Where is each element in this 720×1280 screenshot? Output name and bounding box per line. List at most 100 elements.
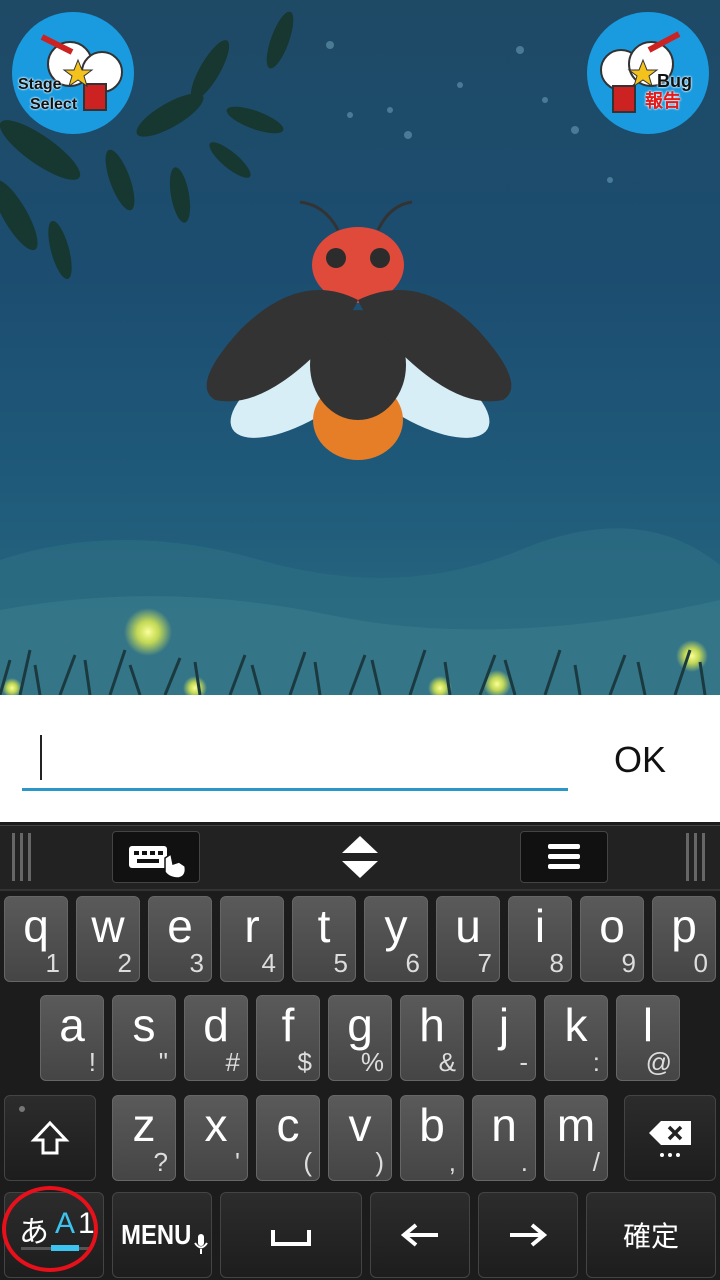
key-b[interactable]: b, (400, 1095, 464, 1181)
key-secondary: ? (153, 1147, 168, 1177)
key-secondary: @ (645, 1047, 672, 1077)
arrow-left-icon (400, 1223, 438, 1247)
key-letter: b (419, 1099, 445, 1151)
key-letter: x (204, 1099, 228, 1151)
hamburger-icon (548, 844, 580, 869)
keyboard-right-grip[interactable] (684, 833, 710, 881)
key-secondary: " (158, 1047, 168, 1077)
key-f[interactable]: f $ (256, 995, 320, 1081)
key-l[interactable]: l @ (616, 995, 680, 1081)
keyboard-menu-button[interactable] (520, 831, 608, 883)
key-secondary: & (438, 1047, 456, 1077)
key-i[interactable]: i8 (508, 896, 572, 982)
key-letter: r (244, 900, 260, 952)
key-letter: y (384, 900, 408, 952)
key-letter: i (534, 900, 546, 952)
key-m[interactable]: m / (544, 1095, 608, 1181)
key-letter: e (167, 900, 193, 952)
key-q[interactable]: q1 (4, 896, 68, 982)
key-secondary: , (448, 1147, 456, 1177)
key-secondary: . (520, 1147, 528, 1177)
key-o[interactable]: o9 (580, 896, 644, 982)
key-x[interactable]: x ' (184, 1095, 248, 1181)
key-secondary: 1 (45, 948, 60, 978)
menu-key[interactable]: MENU (112, 1192, 212, 1278)
key-e[interactable]: e3 (148, 896, 212, 982)
space-key[interactable] (220, 1192, 362, 1278)
key-j[interactable]: j- (472, 995, 536, 1081)
key-secondary: 2 (117, 948, 132, 978)
key-secondary: 6 (405, 948, 420, 978)
game-scene: Stage Select Bug 報告 (0, 0, 720, 695)
highlight-circle (2, 1186, 98, 1272)
text-caret (40, 735, 42, 780)
key-secondary: 5 (333, 948, 348, 978)
key-letter: t (317, 900, 331, 952)
keyboard-resize-icon[interactable] (336, 834, 384, 880)
keyboard-switch-button[interactable] (112, 831, 200, 883)
menu-label: MENU (120, 1219, 192, 1250)
key-secondary: : (592, 1047, 600, 1077)
key-s[interactable]: s " (112, 995, 176, 1081)
key-secondary: 0 (693, 948, 708, 978)
right-arrow-key[interactable] (478, 1192, 578, 1278)
left-arrow-key[interactable] (370, 1192, 470, 1278)
confirm-key[interactable]: 確定 (586, 1192, 716, 1278)
key-letter: d (203, 999, 229, 1051)
key-d[interactable]: d # (184, 995, 248, 1081)
key-letter: c (276, 1099, 300, 1151)
key-secondary: - (519, 1047, 528, 1077)
key-u[interactable]: u7 (436, 896, 500, 982)
key-secondary: / (592, 1147, 600, 1177)
bug-report-button[interactable]: Bug 報告 (587, 12, 709, 134)
backspace-icon (649, 1121, 691, 1157)
answer-text-field[interactable] (22, 726, 568, 791)
key-letter: l (642, 999, 654, 1051)
key-letter: f (281, 999, 295, 1051)
backspace-key[interactable] (624, 1095, 716, 1181)
key-a[interactable]: a! (40, 995, 104, 1081)
key-letter: u (455, 900, 481, 952)
key-secondary: 4 (261, 948, 276, 978)
key-r[interactable]: r4 (220, 896, 284, 982)
key-v[interactable]: v) (328, 1095, 392, 1181)
arrow-right-icon (510, 1223, 548, 1247)
key-letter: z (132, 1099, 156, 1151)
keyboard-hand-icon (129, 846, 187, 879)
key-g[interactable]: g% (328, 995, 392, 1081)
key-c[interactable]: c( (256, 1095, 320, 1181)
key-secondary: 9 (621, 948, 636, 978)
key-w[interactable]: w2 (76, 896, 140, 982)
key-secondary: % (360, 1047, 384, 1077)
confirm-label: 確定 (622, 1221, 679, 1252)
shift-key[interactable] (4, 1095, 96, 1181)
key-p[interactable]: p0 (652, 896, 716, 982)
stage-select-button[interactable]: Stage Select (12, 12, 134, 134)
key-letter: p (671, 900, 697, 952)
key-secondary: ( (303, 1147, 312, 1177)
key-letter: v (348, 1099, 372, 1151)
key-letter: s (132, 999, 156, 1051)
key-letter: q (23, 900, 49, 952)
mascot-icon (40, 34, 123, 111)
bug-label-2: 報告 (645, 91, 681, 111)
key-h[interactable]: h & (400, 995, 464, 1081)
key-letter: a (59, 999, 85, 1051)
stage-label-2: Select (30, 96, 78, 113)
key-secondary: 3 (189, 948, 204, 978)
key-letter: h (419, 999, 445, 1051)
key-k[interactable]: k: (544, 995, 608, 1081)
ok-button[interactable]: OK (600, 735, 680, 785)
key-letter: w (91, 900, 125, 952)
key-n[interactable]: n. (472, 1095, 536, 1181)
microphone-icon (194, 1234, 209, 1254)
shift-icon (30, 1120, 70, 1155)
key-z[interactable]: z? (112, 1095, 176, 1181)
key-y[interactable]: y6 (364, 896, 428, 982)
key-t[interactable]: t5 (292, 896, 356, 982)
key-secondary: ' (235, 1147, 240, 1177)
key-letter: g (347, 999, 373, 1051)
space-icon (271, 1230, 311, 1246)
keyboard-left-grip[interactable] (10, 833, 36, 881)
key-letter: m (556, 1099, 596, 1151)
